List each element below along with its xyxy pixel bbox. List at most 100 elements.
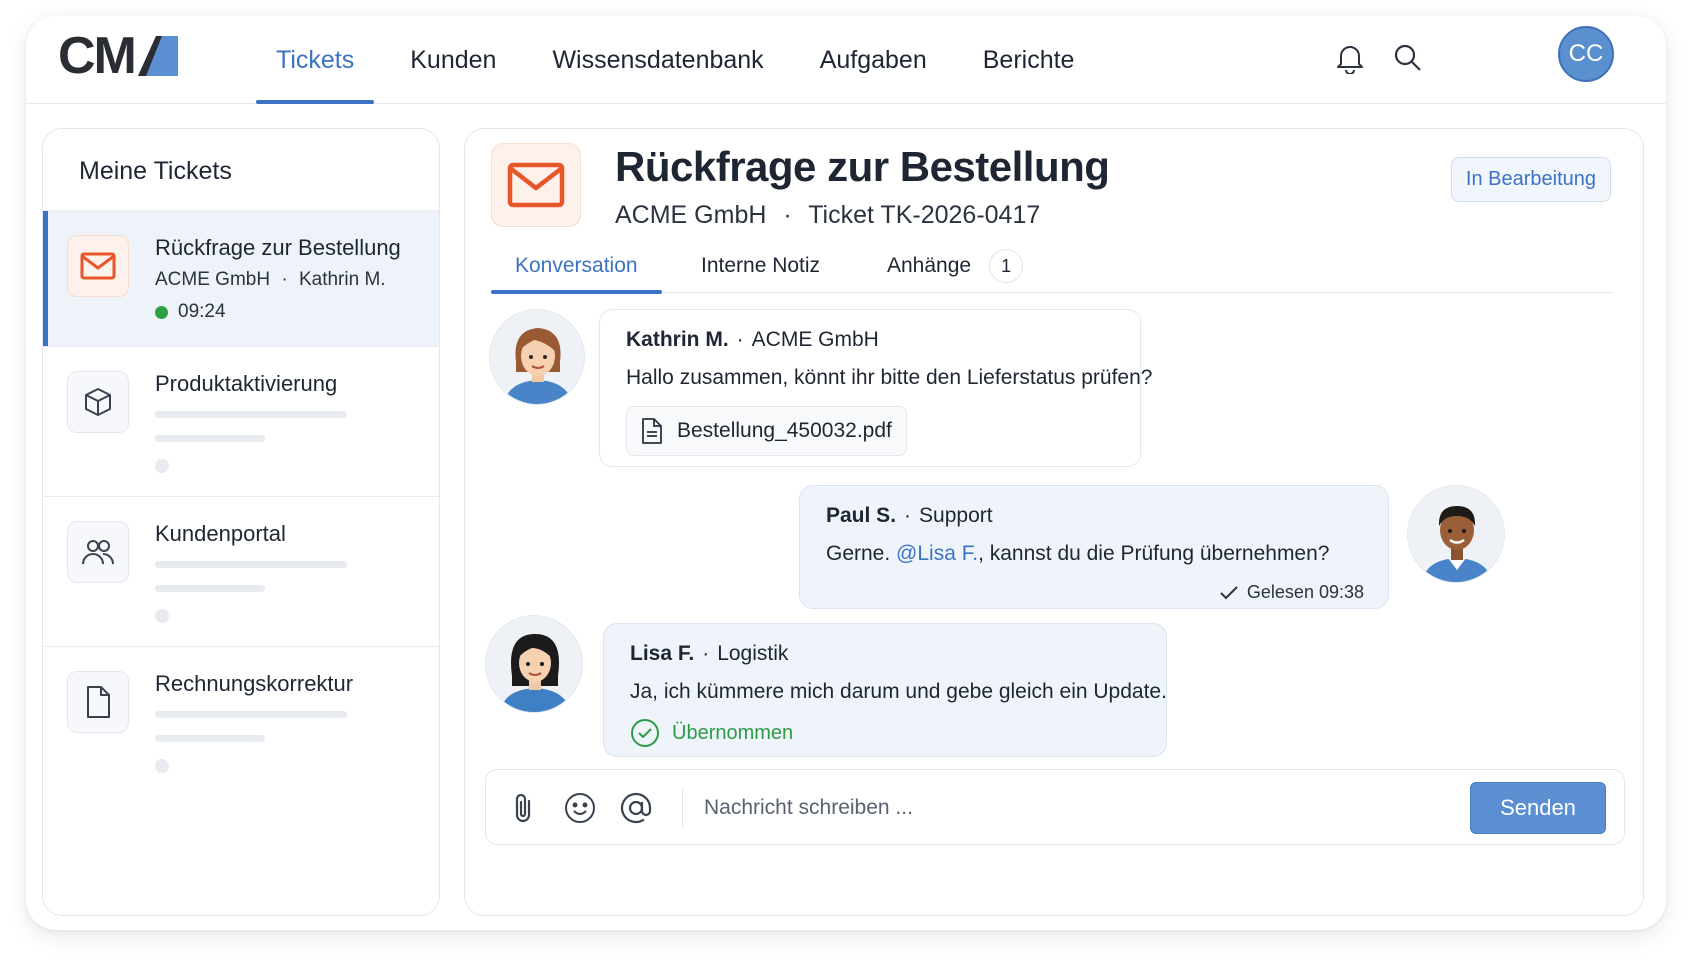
- message-org: ACME GmbH: [751, 328, 879, 351]
- message-composer: Senden: [485, 769, 1625, 845]
- nav-kunden[interactable]: Kunden: [410, 16, 496, 104]
- message-text: Gerne. @Lisa F., kannst du die Prüfung ü…: [826, 542, 1329, 566]
- tab-label: Interne Notiz: [701, 254, 821, 277]
- tab-anhaenge[interactable]: Anhänge 1: [887, 239, 1024, 293]
- message-header: Paul S. · Support: [826, 504, 993, 528]
- ticket-item-contact: Kathrin M.: [298, 269, 386, 290]
- ticket-item-produktaktivierung[interactable]: Produktaktivierung: [43, 347, 439, 497]
- ticket-item-title: Kundenportal: [155, 521, 286, 546]
- nav-wissensdatenbank[interactable]: Wissensdatenbank: [552, 16, 763, 104]
- online-status-dot: [155, 305, 168, 319]
- avatar-paul: [1407, 485, 1505, 583]
- message-input[interactable]: [704, 784, 1364, 832]
- nav-berichte[interactable]: Berichte: [983, 16, 1075, 104]
- ticket-number: Ticket TK-2026-0417: [808, 201, 1041, 229]
- message-text: Hallo zusammen, könnt ihr bitte den Lief…: [626, 366, 1153, 389]
- placeholder-line: [155, 735, 265, 742]
- tab-label: Anhänge: [887, 254, 972, 277]
- ticket-item-rechnungskorrektur[interactable]: Rechnungskorrektur: [43, 647, 439, 797]
- nav-tickets[interactable]: Tickets: [255, 16, 375, 104]
- tab-konversation[interactable]: Konversation: [491, 239, 662, 294]
- mention-link[interactable]: @Lisa F.: [896, 542, 978, 565]
- placeholder-line: [155, 711, 347, 718]
- placeholder-line: [155, 561, 347, 568]
- ticket-customer: ACME GmbH: [615, 201, 767, 229]
- message-author: Kathrin M.: [626, 328, 729, 351]
- message-text: Ja, ich kümmere mich darum und gebe glei…: [630, 680, 1167, 703]
- placeholder-dot: [155, 759, 169, 773]
- main-nav: Tickets Kunden Wissensdatenbank Aufgaben…: [255, 16, 1130, 104]
- message-separator: ·: [702, 642, 710, 665]
- users-icon: [67, 521, 129, 583]
- search-icon[interactable]: [1390, 40, 1426, 76]
- box-icon: [67, 371, 129, 433]
- attachments-count-badge: 1: [989, 249, 1024, 283]
- message-header: Kathrin M. · ACME GmbH: [626, 328, 879, 352]
- check-circle-icon: [631, 719, 659, 747]
- mail-icon: [491, 143, 581, 227]
- logo-text: CM: [58, 27, 137, 85]
- read-receipt: Gelesen 09:38: [1219, 582, 1364, 603]
- ticket-list-panel: Meine Tickets Rückfrage zur Bestellung A…: [42, 128, 440, 916]
- file-icon: [642, 418, 662, 444]
- message-author: Paul S.: [826, 504, 897, 527]
- placeholder-line: [155, 585, 265, 592]
- ticket-item-customer: ACME GmbH: [155, 269, 271, 290]
- logo-mark-icon: [137, 36, 178, 76]
- message-bubble: Kathrin M. · ACME GmbH Hallo zusammen, kön…: [599, 309, 1152, 467]
- message-org: Support: [919, 504, 993, 527]
- ticket-item-time: 09:24: [178, 301, 226, 322]
- logo[interactable]: CM: [58, 30, 180, 82]
- emoji-icon[interactable]: [562, 790, 598, 826]
- user-avatar[interactable]: CC: [1558, 26, 1614, 82]
- avatar-kathrin: [489, 309, 585, 405]
- bell-icon[interactable]: [1332, 40, 1368, 76]
- attachment-chip[interactable]: Bestellung_450032.pdf: [626, 406, 907, 456]
- status-badge[interactable]: In Bearbeitung: [1450, 157, 1611, 202]
- check-icon: [1220, 585, 1238, 599]
- mention-icon[interactable]: [618, 790, 654, 826]
- nav-aufgaben[interactable]: Aufgaben: [820, 16, 927, 104]
- document-icon: [67, 671, 129, 733]
- app-window: CM Tickets Kunden Wissensdatenbank Aufga…: [26, 16, 1666, 930]
- ticket-item-time-row: 09:24: [155, 301, 226, 323]
- ticket-detail-panel: Rückfrage zur Bestellung ACME GmbH · Tic…: [464, 128, 1644, 916]
- send-button[interactable]: Senden: [1470, 782, 1606, 834]
- ticket-item-title: Rückfrage zur Bestellung: [155, 235, 401, 260]
- message-org: Logistik: [717, 642, 789, 665]
- tab-label: Konversation: [515, 254, 638, 277]
- ticket-list-title: Meine Tickets: [43, 129, 439, 211]
- placeholder-line: [155, 411, 347, 418]
- ticket-item-rueckfrage[interactable]: Rückfrage zur Bestellung ACME GmbH · Kat…: [43, 211, 439, 347]
- ticket-title: Rückfrage zur Bestellung: [615, 143, 1110, 190]
- ticket-item-separator: ·: [281, 269, 288, 290]
- tab-interne-notiz[interactable]: Interne Notiz: [701, 239, 820, 293]
- attachment-name: Bestellung_450032.pdf: [677, 419, 892, 442]
- message-text-part: Gerne.: [826, 542, 897, 565]
- taken-status: Übernommen: [630, 718, 793, 748]
- ticket-item-meta: ACME GmbH · Kathrin M.: [155, 269, 386, 291]
- ticket-item-title: Rechnungskorrektur: [155, 671, 354, 696]
- composer-divider: [682, 788, 683, 828]
- message-text-part: , kannst du die Prüfung übernehmen?: [978, 542, 1330, 565]
- message-bubble: Lisa F. · Logistik Ja, ich kümmere mich da…: [603, 623, 1167, 757]
- message-separator: ·: [904, 504, 912, 527]
- taken-status-text: Übernommen: [672, 721, 794, 744]
- placeholder-dot: [155, 609, 169, 623]
- message-header: Lisa F. · Logistik: [630, 642, 788, 666]
- placeholder-line: [155, 435, 265, 442]
- ticket-tabs: Konversation Interne Notiz Anhänge 1: [491, 239, 1613, 294]
- ticket-item-kundenportal[interactable]: Kundenportal: [43, 497, 439, 647]
- placeholder-dot: [155, 459, 169, 473]
- read-receipt-text: Gelesen 09:38: [1246, 582, 1364, 602]
- top-bar: CM Tickets Kunden Wissensdatenbank Aufga…: [26, 16, 1666, 104]
- avatar-lisa: [485, 615, 583, 713]
- mail-icon: [67, 235, 129, 297]
- ticket-subtitle: ACME GmbH · Ticket TK-2026-0417: [615, 201, 1040, 230]
- ticket-separator: ·: [783, 201, 792, 229]
- message-author: Lisa F.: [630, 642, 695, 665]
- ticket-item-title: Produktaktivierung: [155, 371, 338, 396]
- message-bubble: Paul S. · Support Gerne. @Lisa F., kannst …: [799, 485, 1389, 609]
- paperclip-icon[interactable]: [506, 790, 542, 826]
- message-separator: ·: [736, 328, 744, 351]
